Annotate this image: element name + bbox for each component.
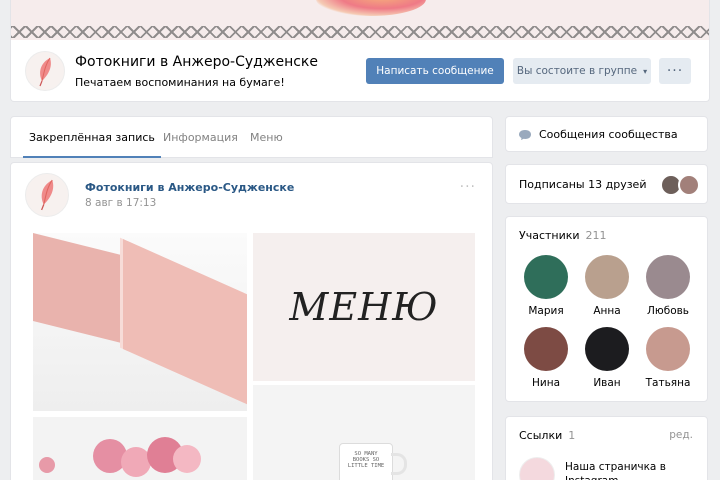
group-cover (10, 0, 710, 40)
link-thumbnail[interactable] (519, 457, 555, 480)
friends-subscribed-card[interactable]: Подписаны 13 друзей (505, 164, 708, 204)
member-item[interactable]: Анна (577, 255, 637, 317)
links-edit-link[interactable]: ред. (669, 429, 693, 441)
tab-pinned-post[interactable]: Закреплённая запись (29, 131, 155, 144)
member-item[interactable]: Мария (516, 255, 576, 317)
community-messages-label: Сообщения сообщества (539, 128, 678, 141)
member-avatar (646, 255, 690, 299)
cover-feather-image (316, 0, 426, 16)
send-message-button[interactable]: Написать сообщение (366, 58, 504, 84)
wall-tabs: Закреплённая запись Информация Меню (10, 116, 493, 158)
member-avatar (524, 255, 568, 299)
chevron-down-icon: ▾ (643, 66, 648, 76)
member-name: Анна (593, 305, 621, 317)
active-tab-indicator (23, 156, 161, 158)
member-avatar (585, 327, 629, 371)
post-photo-flowers[interactable] (33, 417, 247, 480)
group-status: Печатаем воспоминания на бумаге! (75, 76, 285, 89)
member-item[interactable]: Татьяна (638, 327, 698, 389)
tab-menu[interactable]: Меню (250, 131, 283, 144)
members-header[interactable]: Участники 211 (519, 229, 607, 242)
member-item[interactable]: Нина (516, 327, 576, 389)
members-title: Участники (519, 229, 580, 242)
menu-image-text: МЕНЮ (289, 285, 439, 329)
member-avatar (524, 327, 568, 371)
group-header: Фотокниги в Анжеро-Судженске Печатаем во… (10, 40, 710, 102)
group-avatar[interactable] (25, 51, 65, 91)
member-item[interactable]: Иван (577, 327, 637, 389)
pinned-post: Фотокниги в Анжеро-Судженске 8 авг в 17:… (10, 162, 493, 480)
community-messages-card[interactable]: Сообщения сообщества (505, 116, 708, 152)
member-item[interactable]: Любовь (638, 255, 698, 317)
cover-pattern (11, 26, 709, 38)
member-name: Иван (593, 377, 621, 389)
member-name: Любовь (646, 305, 689, 317)
friends-subscribed-label: Подписаны 13 друзей (519, 178, 647, 191)
post-author-link[interactable]: Фотокниги в Анжеро-Судженске (85, 181, 294, 194)
mug-handle-shape (391, 453, 407, 475)
post-author-avatar[interactable] (25, 173, 69, 217)
member-avatar (585, 255, 629, 299)
member-name: Татьяна (645, 377, 691, 389)
members-count: 211 (585, 229, 607, 242)
mug-print-text: SO MANY BOOKS SO LITTLE TIME (347, 451, 385, 469)
members-card: Участники 211 Мария Анна Любовь Нина Иван… (505, 216, 708, 402)
links-card: Ссылки 1 ред. Наша страничка в Instagram (505, 416, 708, 480)
membership-label: Вы состоите в группе (516, 65, 638, 77)
post-more-icon[interactable]: ··· (460, 179, 476, 195)
flower-shape (39, 457, 55, 473)
post-photo-menu[interactable]: МЕНЮ (253, 233, 475, 381)
membership-dropdown[interactable]: Вы состоите в группе ▾ (513, 58, 651, 84)
more-actions-button[interactable]: ··· (659, 58, 691, 84)
post-photo-books[interactable] (33, 233, 247, 411)
pink-book-shape (123, 239, 247, 405)
feather-logo-icon (39, 57, 51, 87)
group-title: Фотокниги в Анжеро-Судженске (75, 54, 318, 70)
links-title: Ссылки (519, 429, 563, 442)
feather-logo-icon (41, 179, 54, 211)
tab-info[interactable]: Информация (163, 131, 238, 144)
links-header[interactable]: Ссылки 1 (519, 429, 575, 442)
flower-shape (173, 445, 201, 473)
member-name: Мария (528, 305, 564, 317)
instagram-link[interactable]: Наша страничка в Instagram (565, 460, 685, 480)
post-date[interactable]: 8 авг в 17:13 (85, 197, 156, 209)
friend-avatar[interactable] (678, 174, 700, 196)
member-name: Нина (531, 377, 561, 389)
post-photo-mug[interactable]: SO MANY BOOKS SO LITTLE TIME (253, 385, 475, 480)
links-count: 1 (568, 429, 576, 442)
member-avatar (646, 327, 690, 371)
chat-bubble-icon (519, 130, 531, 140)
